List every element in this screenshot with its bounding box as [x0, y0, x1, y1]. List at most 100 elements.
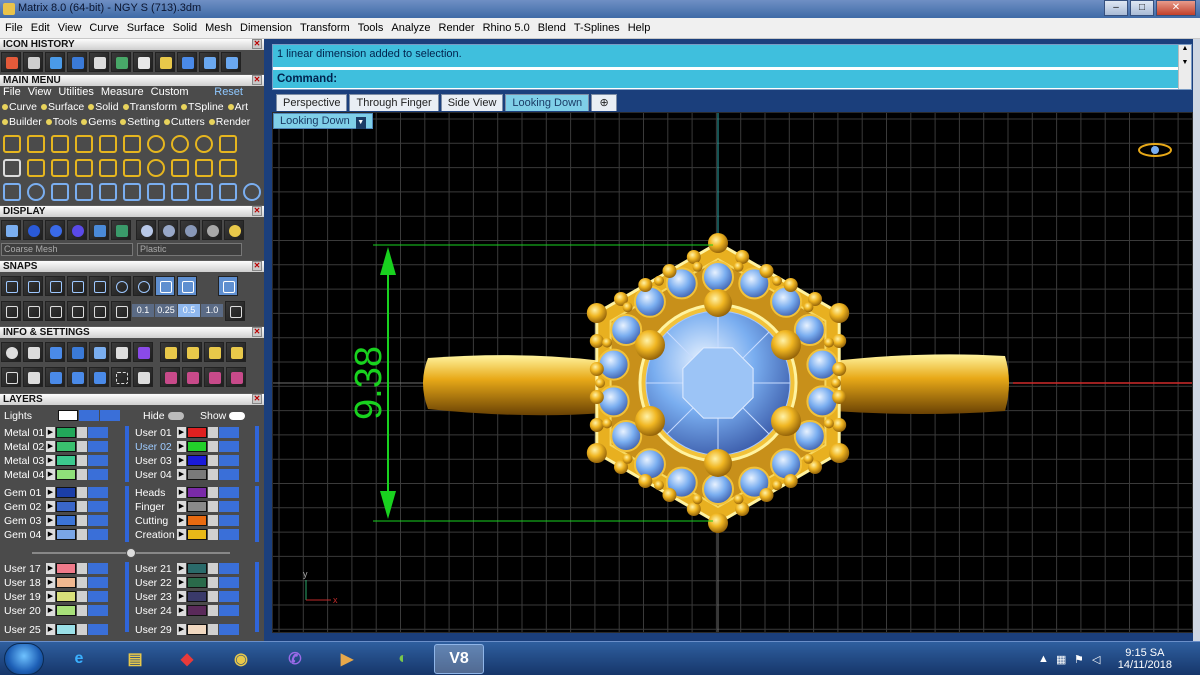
material-platinum-icon[interactable]: [202, 220, 222, 240]
layer-color-swatch[interactable]: [56, 591, 76, 602]
lock-icon[interactable]: [77, 529, 87, 540]
gem-view-icon[interactable]: [182, 367, 202, 387]
app-icon[interactable]: ◐: [378, 644, 428, 674]
layer-visibility-toggle[interactable]: [219, 605, 239, 616]
lock-icon[interactable]: [77, 487, 87, 498]
menu-edit[interactable]: Edit: [31, 22, 50, 34]
technical-mode-icon[interactable]: [111, 220, 131, 240]
chevron-down-icon[interactable]: ▼: [355, 117, 366, 129]
layer-color-swatch[interactable]: [187, 441, 207, 452]
material-steel-icon[interactable]: [180, 220, 200, 240]
layer-expand-icon[interactable]: ▶: [177, 591, 186, 602]
layer-expand-icon[interactable]: ▶: [46, 501, 55, 512]
ortho-snap-icon[interactable]: [218, 276, 238, 296]
line-tool-icon[interactable]: [1, 133, 23, 155]
media-icon[interactable]: ▶: [322, 644, 372, 674]
layer-visibility-toggle[interactable]: [88, 427, 108, 438]
close-button[interactable]: ✕: [1156, 0, 1196, 16]
wrench-icon[interactable]: [23, 342, 43, 362]
menu-solid[interactable]: Solid: [173, 22, 197, 34]
offset-tool-icon[interactable]: [25, 157, 47, 179]
chamfer-tool-icon[interactable]: [145, 181, 167, 203]
close-icon[interactable]: ✕: [252, 394, 262, 404]
layer-expand-icon[interactable]: ▶: [46, 515, 55, 526]
lock-icon[interactable]: [77, 563, 87, 574]
menu-view[interactable]: View: [58, 22, 82, 34]
layer-expand-icon[interactable]: ▶: [177, 427, 186, 438]
layer-color-swatch[interactable]: [187, 563, 207, 574]
layer-expand-icon[interactable]: ▶: [46, 487, 55, 498]
minimize-button[interactable]: –: [1104, 0, 1128, 16]
layer-expand-icon[interactable]: ▶: [46, 441, 55, 452]
layer-row[interactable]: Metal 04 ▶: [0, 468, 109, 481]
tan-snap-icon[interactable]: [155, 276, 175, 296]
rotate-tool-icon[interactable]: [25, 181, 47, 203]
clock[interactable]: 9:15 SA 14/11/2018: [1118, 647, 1172, 671]
tab-solid[interactable]: Solid: [88, 101, 119, 115]
layer-expand-icon[interactable]: ▶: [177, 624, 186, 635]
maximize-button[interactable]: □: [1130, 0, 1154, 16]
layer-row[interactable]: User 17 ▶: [0, 562, 109, 575]
layer-expand-icon[interactable]: ▶: [46, 469, 55, 480]
halo-gem[interactable]: [806, 348, 839, 381]
layer-color-swatch[interactable]: [56, 427, 76, 438]
text-tool-icon[interactable]: [193, 157, 215, 179]
layer-color-swatch[interactable]: [187, 501, 207, 512]
layer-visibility-toggle[interactable]: [88, 469, 108, 480]
layer-visibility-toggle[interactable]: [88, 501, 108, 512]
layer-color-swatch[interactable]: [56, 455, 76, 466]
close-icon[interactable]: ✕: [252, 261, 262, 271]
layer-visibility-toggle[interactable]: [88, 577, 108, 588]
snaps-header[interactable]: SNAPS ✕: [0, 261, 264, 272]
history-tool-icon[interactable]: [45, 52, 65, 72]
lock-icon[interactable]: [77, 469, 87, 480]
history-tool-icon[interactable]: [177, 52, 197, 72]
layer-visibility-toggle[interactable]: [219, 577, 239, 588]
layer-row[interactable]: User 20 ▶: [0, 604, 109, 617]
center-snap-icon[interactable]: [111, 276, 131, 296]
ie-icon[interactable]: e: [54, 644, 104, 674]
history-tool-icon[interactable]: [89, 52, 109, 72]
flag-icon[interactable]: ⚑: [1074, 653, 1084, 666]
layer-visibility-toggle[interactable]: [219, 455, 239, 466]
blend-tool-icon[interactable]: [73, 157, 95, 179]
history-tool-icon[interactable]: [23, 52, 43, 72]
cube-icon[interactable]: [45, 367, 65, 387]
close-curve-tool-icon[interactable]: [217, 181, 239, 203]
smarttrack-icon[interactable]: [89, 301, 109, 321]
ellipse-tool-icon[interactable]: [193, 133, 215, 155]
layer-row[interactable]: Gem 01 ▶: [0, 486, 109, 499]
planar-icon[interactable]: [23, 301, 43, 321]
layer-expand-icon[interactable]: ▶: [46, 427, 55, 438]
layer-expand-icon[interactable]: ▶: [46, 529, 55, 540]
layer-row[interactable]: Creation ▶: [131, 528, 240, 541]
layer-expand-icon[interactable]: ▶: [46, 605, 55, 616]
material-gold-icon[interactable]: [224, 220, 244, 240]
lock-icon[interactable]: [208, 605, 218, 616]
ring-view-icon[interactable]: [160, 367, 180, 387]
layer-visibility-toggle[interactable]: [88, 591, 108, 602]
layer-visibility-toggle[interactable]: [88, 605, 108, 616]
layer-visibility-toggle[interactable]: [219, 441, 239, 452]
wave-tool-icon[interactable]: [169, 157, 191, 179]
layer-visibility-toggle[interactable]: [219, 529, 239, 540]
layer-expand-icon[interactable]: ▶: [177, 501, 186, 512]
add-tab-button[interactable]: ⊕: [591, 94, 618, 111]
tab-surface[interactable]: Surface: [41, 101, 84, 115]
snap-value-2[interactable]: 0.5: [178, 304, 200, 317]
layers-header[interactable]: LAYERS ✕: [0, 394, 264, 405]
layer-expand-icon[interactable]: ▶: [177, 515, 186, 526]
start-button[interactable]: [4, 643, 44, 675]
layer-row[interactable]: Metal 03 ▶: [0, 454, 109, 467]
weight-icon[interactable]: [182, 342, 202, 362]
layer-row[interactable]: User 01 ▶: [131, 426, 240, 439]
layer-expand-icon[interactable]: ▶: [177, 605, 186, 616]
lock-icon[interactable]: [208, 501, 218, 512]
layer-visibility-toggle[interactable]: [88, 529, 108, 540]
layer-expand-icon[interactable]: ▶: [177, 455, 186, 466]
layer-color-swatch[interactable]: [56, 441, 76, 452]
tab-render[interactable]: Render: [208, 116, 250, 130]
object-info-icon[interactable]: [67, 342, 87, 362]
layer-visibility-toggle[interactable]: [219, 515, 239, 526]
gem-report-icon[interactable]: [226, 342, 246, 362]
